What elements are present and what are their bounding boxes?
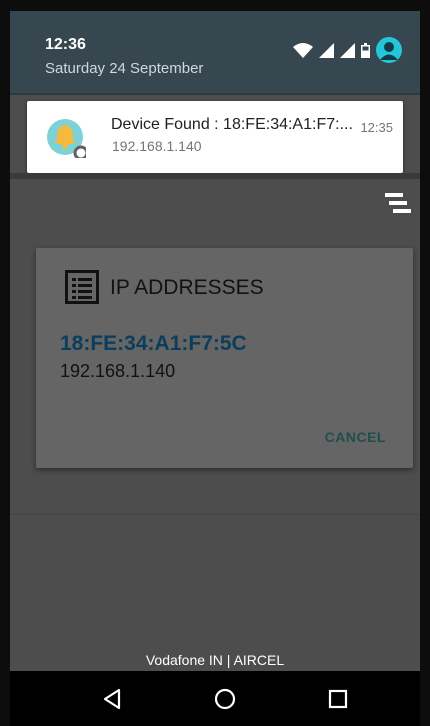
status-time: 12:36 <box>45 36 86 53</box>
back-button[interactable] <box>82 671 142 726</box>
bell-icon <box>47 119 86 158</box>
navigation-bar <box>10 671 420 726</box>
menu-icon[interactable] <box>385 193 411 213</box>
ip-address[interactable]: 192.168.1.140 <box>60 361 175 382</box>
device-found-notification[interactable]: Device Found : 18:FE:34:A1:F7:... 12:35 … <box>27 101 403 173</box>
dialog-title: IP ADDRESSES <box>110 276 264 299</box>
back-icon <box>103 688 121 709</box>
carrier-label: Vodafone IN | AIRCEL <box>145 652 285 668</box>
notification-time: 12:35 <box>360 120 393 135</box>
shade-edge <box>10 173 420 179</box>
ip-addresses-dialog: IP ADDRESSES 18:FE:34:A1:F7:5C 192.168.1… <box>36 248 413 468</box>
signal-icon-2 <box>340 42 355 58</box>
home-icon <box>214 688 236 709</box>
status-icons <box>293 37 402 63</box>
battery-icon <box>361 42 370 58</box>
notification-shade-header[interactable]: 12:36 Saturday 24 September <box>10 11 420 95</box>
list-icon <box>65 270 99 304</box>
notification-text: 192.168.1.140 <box>112 138 202 154</box>
wifi-icon <box>293 42 313 58</box>
divider <box>10 514 420 515</box>
recents-button[interactable] <box>308 671 368 726</box>
user-avatar-icon[interactable] <box>376 37 402 63</box>
status-date[interactable]: Saturday 24 September <box>45 60 203 77</box>
mac-address[interactable]: 18:FE:34:A1:F7:5C <box>60 332 247 356</box>
home-button[interactable] <box>195 671 255 726</box>
notification-title: Device Found : 18:FE:34:A1:F7:... <box>111 116 353 133</box>
phone-screen: 12:36 Saturday 24 September Device Found… <box>10 11 420 671</box>
recents-icon <box>328 689 348 708</box>
cancel-button[interactable]: CANCEL <box>325 429 386 445</box>
signal-icon <box>319 42 334 58</box>
